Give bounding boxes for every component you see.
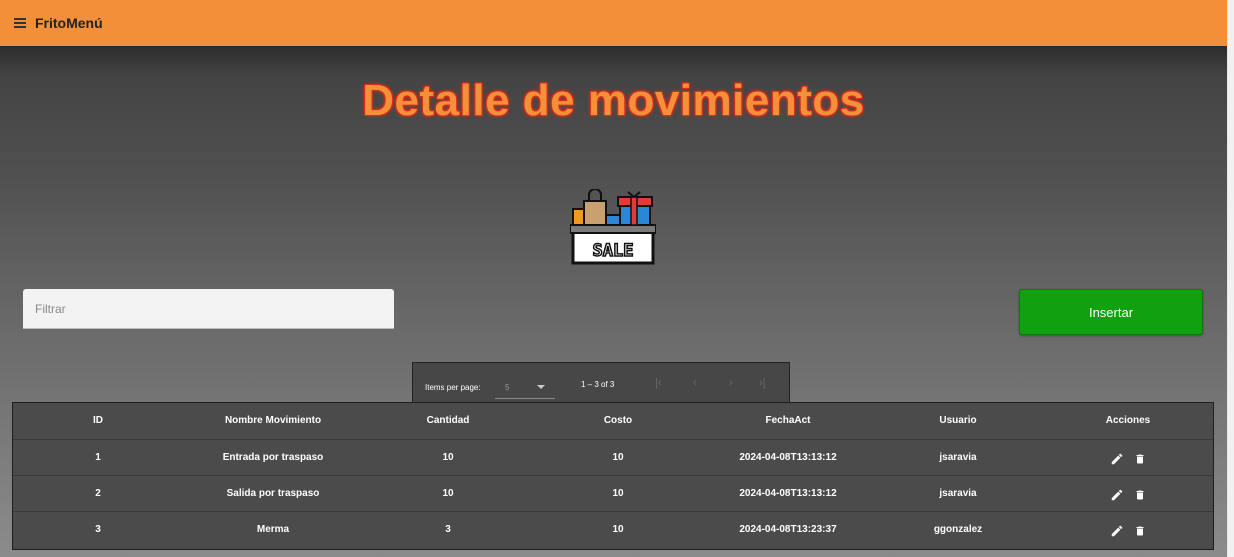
column-header-usuario[interactable]: Usuario — [873, 403, 1043, 439]
cell-nombre: Salida por traspaso — [226, 487, 320, 499]
cell-fechaact: 2024-04-08T13:13:12 — [739, 451, 837, 463]
items-per-page-label: Items per page: — [425, 383, 481, 392]
delete-icon[interactable] — [1134, 452, 1146, 466]
cell-costo: 10 — [612, 451, 624, 463]
top-toolbar: FritoMenú — [0, 0, 1227, 46]
cell-nombre: Entrada por traspaso — [222, 451, 324, 463]
filter-field[interactable] — [23, 289, 394, 329]
column-header-cantidad[interactable]: Cantidad — [363, 403, 533, 439]
delete-icon[interactable] — [1134, 488, 1146, 502]
column-header-costo[interactable]: Costo — [533, 403, 703, 439]
cell-cantidad: 10 — [442, 487, 454, 499]
table-row: 1 Entrada por traspaso 10 10 2024-04-08T… — [13, 439, 1213, 475]
next-page-icon[interactable]: › — [729, 377, 733, 389]
edit-icon[interactable] — [1110, 488, 1124, 502]
cell-id: 2 — [95, 487, 101, 499]
edit-icon[interactable] — [1110, 524, 1124, 538]
column-header-acciones: Acciones — [1105, 415, 1151, 427]
cell-id: 3 — [95, 523, 101, 535]
table-row: 2 Salida por traspaso 10 10 2024-04-08T1… — [13, 475, 1213, 511]
page-size-select[interactable]: 5 — [495, 371, 555, 399]
cell-id: 1 — [95, 451, 101, 463]
main-content: Detalle de movimientos SALE Insertar Ite… — [0, 46, 1227, 557]
column-header-nombre[interactable]: Nombre Movimiento — [183, 403, 363, 439]
paginator: Items per page: 5 1 – 3 of 3 |‹ ‹ › ›| — [412, 362, 790, 404]
table-row: 3 Merma 3 10 2024-04-08T13:23:37 ggonzal… — [13, 511, 1213, 547]
last-page-icon[interactable]: ›| — [759, 377, 766, 389]
first-page-icon[interactable]: |‹ — [655, 377, 662, 389]
cell-costo: 10 — [612, 523, 624, 535]
cell-acciones — [1043, 439, 1213, 475]
edit-icon[interactable] — [1110, 452, 1124, 466]
prev-page-icon[interactable]: ‹ — [693, 377, 697, 389]
cell-costo: 10 — [612, 487, 624, 499]
app-title: FritoMenú — [35, 15, 103, 31]
filter-input[interactable] — [23, 289, 394, 328]
cell-fechaact: 2024-04-08T13:13:12 — [739, 487, 837, 499]
cell-fechaact: 2024-04-08T13:23:37 — [739, 523, 837, 535]
page-title: Detalle de movimientos — [362, 76, 865, 125]
menu-icon[interactable] — [14, 16, 26, 31]
movements-table: ID Nombre Movimiento Cantidad Costo Fech… — [12, 402, 1214, 550]
cell-nombre: Merma — [256, 523, 290, 535]
delete-icon[interactable] — [1134, 524, 1146, 538]
cell-usuario: jsaravia — [939, 451, 977, 463]
table-header-row: ID Nombre Movimiento Cantidad Costo Fech… — [13, 403, 1213, 439]
dropdown-arrow-icon — [537, 385, 545, 389]
page-scrollbar[interactable] — [1227, 0, 1234, 557]
cell-acciones — [1043, 511, 1213, 547]
page-range: 1 – 3 of 3 — [581, 380, 615, 389]
sale-icon: SALE — [570, 189, 656, 265]
cell-cantidad: 10 — [442, 451, 454, 463]
cell-acciones — [1043, 475, 1213, 511]
column-header-id[interactable]: ID — [13, 403, 183, 439]
cell-usuario: jsaravia — [939, 487, 977, 499]
page-size-value: 5 — [505, 383, 510, 392]
svg-text:SALE: SALE — [593, 241, 634, 261]
cell-usuario: ggonzalez — [933, 523, 983, 535]
cell-cantidad: 3 — [445, 523, 451, 535]
column-header-fechaact[interactable]: FechaAct — [703, 403, 873, 439]
insert-button[interactable]: Insertar — [1019, 289, 1203, 335]
